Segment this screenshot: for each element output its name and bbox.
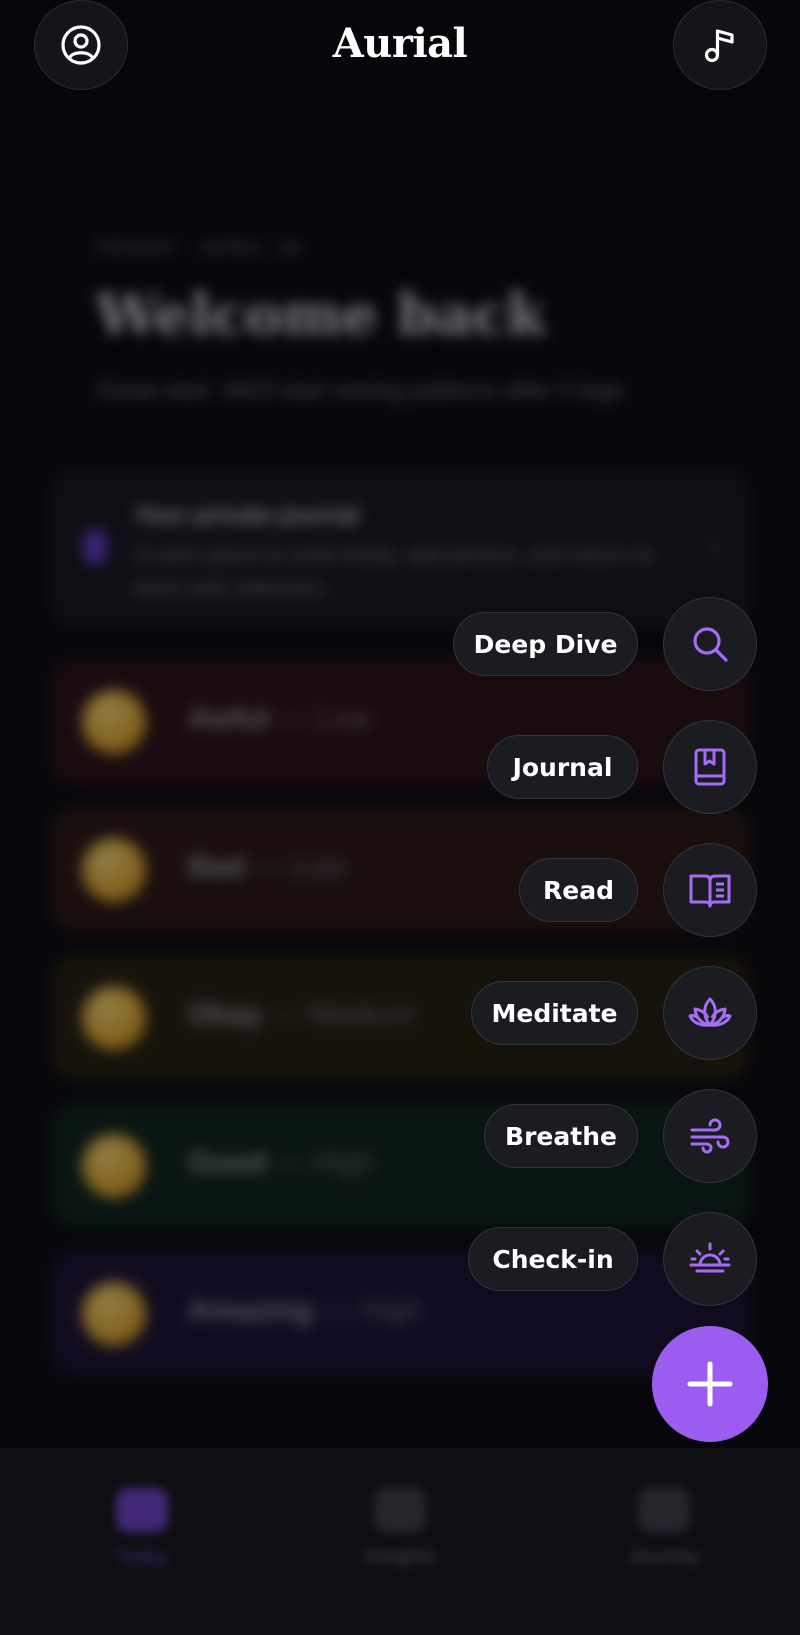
journal-card-description: A calm place to write freely, add photos… (134, 542, 653, 601)
date-label: FRIDAY · APRIL 18 (96, 238, 303, 258)
mood-emoji-icon (82, 1282, 146, 1346)
nav-item-insights[interactable]: Insights (310, 1488, 490, 1569)
mood-emoji-icon (82, 690, 146, 754)
mood-name: Bad (188, 850, 245, 883)
deep-dive-button[interactable] (663, 597, 757, 691)
mood-card-okay[interactable]: Okay — Medium (50, 954, 750, 1080)
welcome-heading: Welcome back (96, 282, 546, 348)
add-fab-button[interactable] (652, 1326, 768, 1442)
speed-dial-label-meditate[interactable]: Meditate (471, 981, 638, 1045)
read-button[interactable] (663, 843, 757, 937)
top-bar: Aurial (0, 0, 800, 110)
mood-separator: — (253, 850, 284, 883)
nav-item-journey[interactable]: Journey (574, 1488, 754, 1569)
nav-label-insights: Insights (365, 1546, 435, 1568)
music-note-icon (704, 29, 734, 63)
mood-level: High (313, 1146, 375, 1179)
chevron-right-icon: › (708, 528, 718, 561)
speed-dial-label-deep-dive[interactable]: Deep Dive (453, 612, 638, 676)
mood-level: Low (291, 850, 347, 883)
journal-accent (84, 530, 106, 564)
check-in-button[interactable] (663, 1212, 757, 1306)
journal-button[interactable] (663, 720, 757, 814)
mood-level: Low (315, 702, 371, 735)
bookmark-book-icon (694, 748, 726, 786)
wind-icon (690, 1118, 730, 1154)
bottom-navigation: Today Insights Journey (0, 1448, 800, 1635)
mood-separator: — (274, 1146, 305, 1179)
meditate-button[interactable] (663, 966, 757, 1060)
home-icon (116, 1488, 168, 1532)
chart-icon (374, 1488, 426, 1532)
mood-level: High (359, 1294, 422, 1327)
journal-card-title: Your private journal (134, 502, 359, 529)
plus-icon (687, 1361, 733, 1407)
welcome-subtitle: Great start. We'll start seeing patterns… (96, 377, 630, 404)
mood-card-amazing[interactable]: Amazing — High (50, 1250, 750, 1376)
lotus-icon (688, 997, 732, 1027)
mood-name: Good (188, 1146, 267, 1179)
nav-label-today: Today (115, 1546, 169, 1568)
mood-separator: — (269, 998, 300, 1031)
mood-emoji-icon (82, 1134, 146, 1198)
mood-name: Okay (188, 998, 262, 1031)
mood-separator: — (277, 702, 308, 735)
nav-label-journey: Journey (628, 1546, 700, 1568)
speed-dial-label-breathe[interactable]: Breathe (484, 1104, 638, 1168)
mood-card-good[interactable]: Good — High (50, 1102, 750, 1228)
mood-emoji-icon (82, 986, 146, 1050)
mood-emoji-icon (82, 838, 146, 902)
speed-dial-label-read[interactable]: Read (519, 858, 638, 922)
search-icon (693, 627, 728, 662)
journal-icon (638, 1488, 690, 1532)
speed-dial-label-check-in[interactable]: Check-in (468, 1227, 638, 1291)
mood-separator: — (321, 1294, 352, 1327)
nav-item-today[interactable]: Today (52, 1488, 232, 1569)
mood-name: Amazing (188, 1294, 314, 1327)
sunrise-icon (689, 1242, 731, 1273)
open-book-icon (689, 874, 731, 908)
breathe-button[interactable] (663, 1089, 757, 1183)
mood-card-awful[interactable]: Awful — Low (50, 658, 750, 784)
mood-name: Awful (188, 702, 270, 735)
speed-dial-label-journal[interactable]: Journal (487, 735, 638, 799)
mood-card-bad[interactable]: Bad — Low (50, 806, 750, 932)
mood-level: Medium (308, 998, 415, 1031)
music-button[interactable] (673, 0, 767, 90)
journal-card[interactable]: Your private journal A calm place to wri… (50, 468, 750, 628)
